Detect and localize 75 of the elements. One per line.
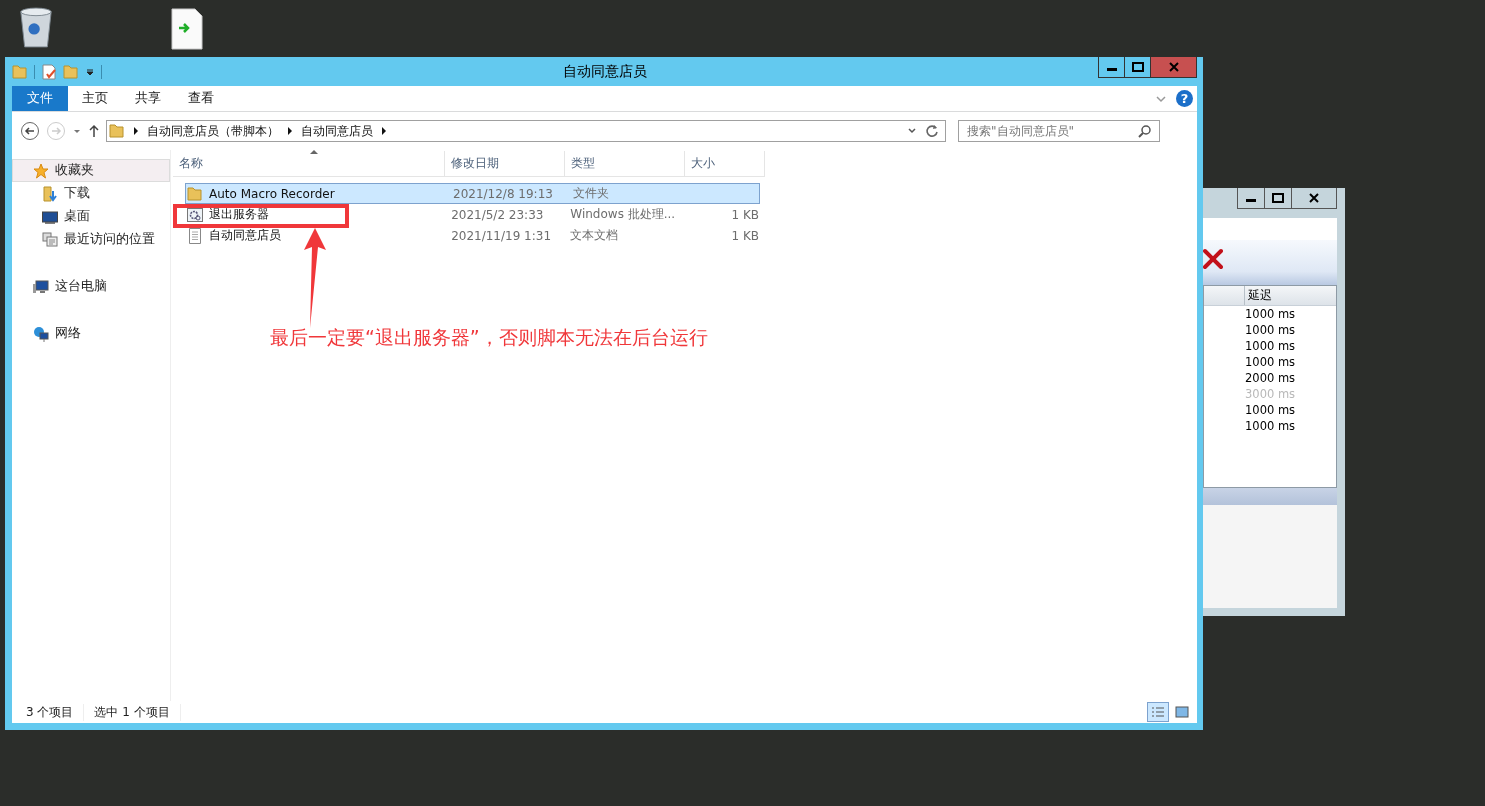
search-field[interactable]: 搜索"自动同意店员" xyxy=(958,120,1160,142)
delay-cell-text: 1000 ms xyxy=(1245,306,1297,322)
refresh-icon[interactable] xyxy=(925,124,939,138)
dropdown-icon[interactable] xyxy=(85,66,95,77)
delete-icon[interactable] xyxy=(1203,248,1223,270)
picture-view-icon xyxy=(1175,706,1189,718)
recent-places-icon xyxy=(42,231,58,248)
up-arrow-icon[interactable] xyxy=(88,124,100,138)
ribbon-tab[interactable]: 文件 xyxy=(12,86,68,111)
back-icon[interactable] xyxy=(20,121,40,141)
text-file-icon xyxy=(187,227,203,244)
file-name: 自动同意店员 xyxy=(209,227,281,244)
folder-icon xyxy=(109,123,125,139)
download-folder-icon xyxy=(42,185,58,202)
help-button[interactable]: ? xyxy=(1176,90,1193,107)
delay-cell-text: 2000 ms xyxy=(1245,370,1297,386)
expand-ribbon-icon[interactable] xyxy=(1156,93,1166,104)
dropdown-icon[interactable] xyxy=(907,126,917,136)
sidebar-item[interactable]: 收藏夹 xyxy=(12,159,170,182)
delay-cell-text: 1000 ms xyxy=(1245,418,1297,434)
date-cell-text: 2021/11/19 1:31 xyxy=(450,228,553,243)
ribbon-tab[interactable]: 共享 xyxy=(122,86,174,111)
date-cell-text: 2021/5/2 23:33 xyxy=(450,207,545,222)
column-header[interactable]: 类型 xyxy=(565,151,685,177)
file-shortcut-icon[interactable] xyxy=(171,8,203,50)
file-name: 退出服务器 xyxy=(209,206,269,223)
type-cell-text: 文件夹 xyxy=(572,185,610,202)
network-icon xyxy=(33,325,49,342)
type-cell-text: 文本文档 xyxy=(569,227,620,244)
sort-up-icon xyxy=(310,150,318,154)
column-header[interactable]: 大小 xyxy=(685,151,765,177)
delay-cell-text: 3000 ms xyxy=(1245,386,1297,402)
recycle-bin-icon[interactable] xyxy=(18,5,54,50)
ribbon-tab[interactable]: 查看 xyxy=(175,86,227,111)
chevron-icon[interactable] xyxy=(133,127,139,135)
search-icon[interactable] xyxy=(1138,124,1152,138)
sidebar-item[interactable]: 网络 xyxy=(12,322,170,345)
file-row[interactable]: 退出服务器 2021/5/2 23:33 Windows 批处理... 1 KB xyxy=(185,204,760,225)
file-name: Auto Macro Recorder xyxy=(209,186,335,201)
delay-cell-text: 1000 ms xyxy=(1245,402,1297,418)
properties-icon[interactable] xyxy=(41,63,57,80)
size-cell-text: 1 KB xyxy=(730,207,759,222)
file-row[interactable]: 自动同意店员 2021/11/19 1:31 文本文档 1 KB xyxy=(185,225,760,246)
monitor-icon xyxy=(42,208,58,225)
column-header[interactable]: 延迟 xyxy=(1244,286,1336,305)
computer-icon xyxy=(33,278,49,295)
gear-file-icon xyxy=(187,206,203,223)
item-count: 3 个项目 xyxy=(26,703,85,721)
delay-cell-text: 1000 ms xyxy=(1245,322,1297,338)
close-icon xyxy=(1168,62,1179,72)
sidebar-item[interactable]: 这台电脑 xyxy=(12,275,170,298)
type-cell-text: Windows 批处理... xyxy=(569,206,677,223)
folder-icon xyxy=(187,185,203,202)
close-icon xyxy=(1309,193,1319,203)
column-header[interactable]: 名称 xyxy=(173,151,445,177)
chevron-icon[interactable] xyxy=(381,127,387,135)
breadcrumb-item[interactable]: 自动同意店员（带脚本） xyxy=(147,122,279,140)
delay-cell-text: 1000 ms xyxy=(1245,354,1297,370)
breadcrumb-item[interactable]: 自动同意店员 xyxy=(301,122,373,140)
chevron-icon[interactable] xyxy=(287,127,293,135)
annotation-text: 最后一定要“退出服务器”，否则脚本无法在后台运行 xyxy=(270,325,708,350)
ribbon-tab[interactable]: 主页 xyxy=(69,86,121,111)
delay-cell-text: 1000 ms xyxy=(1245,338,1297,354)
star-icon xyxy=(33,162,49,179)
sidebar-item[interactable]: 下载 xyxy=(12,182,170,205)
sidebar-item[interactable]: 最近访问的位置 xyxy=(12,228,170,251)
selection-count: 选中 1 个项目 xyxy=(94,703,181,721)
column-header[interactable]: 修改日期 xyxy=(445,151,565,177)
file-row[interactable]: Auto Macro Recorder 2021/12/8 19:13 文件夹 xyxy=(185,183,760,204)
size-cell-text: 1 KB xyxy=(730,228,759,243)
address-bar[interactable]: 自动同意店员（带脚本） 自动同意店员 xyxy=(106,120,946,142)
window-title: 自动同意店员 xyxy=(562,63,647,81)
details-view-icon xyxy=(1151,706,1165,718)
date-cell-text: 2021/12/8 19:13 xyxy=(452,186,554,201)
sidebar-item[interactable]: 桌面 xyxy=(12,205,170,228)
